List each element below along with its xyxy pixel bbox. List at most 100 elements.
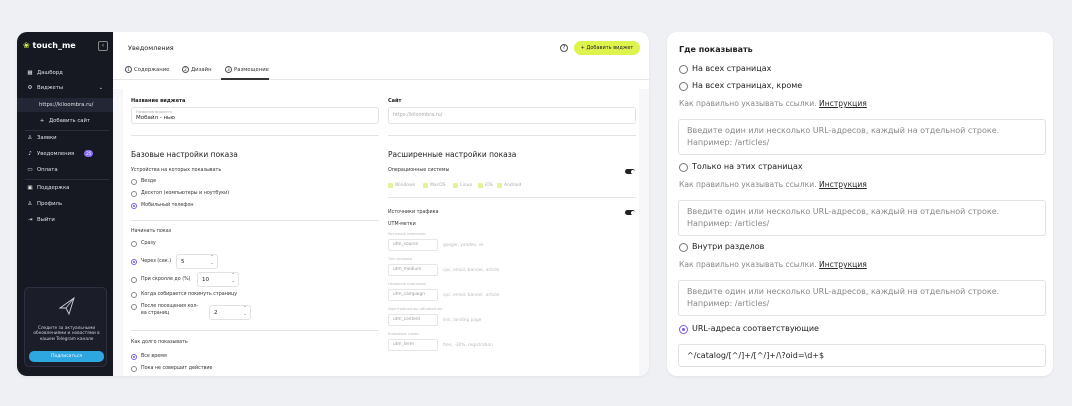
delay-stepper[interactable]: ⌃ ⌄ <box>208 254 216 268</box>
add-widget-button[interactable]: + Добавить виджет <box>574 41 640 55</box>
tab-placement[interactable]: 3 Размещение <box>225 66 269 73</box>
os-checkbox-windows[interactable] <box>388 183 393 188</box>
chevron-left-icon[interactable]: ‹ <box>98 41 108 51</box>
promo-text: Следите за актуальными обновлениями и но… <box>33 326 100 342</box>
utm-hint: Тип трафика <box>388 257 413 261</box>
regex-input[interactable]: ^/catalog/[^/]+/[^/]+/\?oid=\d+$ <box>678 344 1046 367</box>
duration-radio-always[interactable] <box>131 354 137 360</box>
logo-icon: ❀ <box>23 41 30 50</box>
placement-radio-only[interactable] <box>679 163 688 172</box>
start-option-label: Через (сек.) <box>141 259 172 264</box>
os-option-label: Android <box>504 183 522 188</box>
except-urls-textarea[interactable]: Введите один или несколько URL-адресов, … <box>678 119 1046 155</box>
placement-option-label: На всех страницах <box>692 64 772 73</box>
instruction-link[interactable]: Инструкция <box>819 99 867 108</box>
traffic-label: Источники трафика <box>388 210 439 215</box>
placement-title: Где показывать <box>679 45 753 54</box>
utm-term-field[interactable]: utm_term <box>388 339 438 351</box>
start-radio-pages[interactable] <box>131 304 137 310</box>
placement-radio-regex[interactable] <box>679 325 688 334</box>
telegram-promo: Следите за актуальными обновлениями и но… <box>24 287 107 367</box>
device-option-label: Мобильный телефон <box>141 203 194 208</box>
utm-example: cpc, email, banner, article <box>443 293 500 298</box>
start-option-label: При скролле до (%) <box>141 277 191 282</box>
os-checkbox-linux[interactable] <box>453 183 458 188</box>
form-panel: Название виджета Название виджета Мобайл… <box>113 89 649 376</box>
device-radio-desktop[interactable] <box>131 191 137 197</box>
os-option-label: iOS <box>485 183 493 188</box>
utm-content-field[interactable]: utm_content <box>388 314 438 326</box>
subscribe-button[interactable]: Подписаться <box>29 351 104 362</box>
sidebar-item-site[interactable]: https://kiloombra.ru/ <box>17 98 113 112</box>
page-background: ❀ touch_me ‹ ▦ Дашборд ⚙ Виджеты ⌄ https://… <box>0 0 1072 406</box>
widget-name-input[interactable]: Название виджета Мобайл - нью <box>131 107 379 124</box>
start-radio-now[interactable] <box>131 241 137 247</box>
divider <box>131 135 379 136</box>
device-radio-everywhere[interactable] <box>131 179 137 185</box>
sidebar-item-leads[interactable]: ♙ Заявки <box>17 131 113 145</box>
bell-icon: ♪ <box>28 151 32 157</box>
only-urls-textarea[interactable]: Введите один или несколько URL-адресов, … <box>678 200 1046 236</box>
profile-icon: ♙ <box>27 201 33 207</box>
instruction-hint: Как правильно указывать ссылки. Инструкц… <box>679 99 867 108</box>
start-radio-scroll[interactable] <box>131 277 137 283</box>
utm-example: google, yandex, vk <box>443 243 484 248</box>
instruction-hint: Как правильно указывать ссылки. Инструкц… <box>679 180 867 189</box>
support-icon: ▣ <box>27 185 33 191</box>
placement-radio-all[interactable] <box>679 65 688 74</box>
dashboard-icon: ▦ <box>27 70 33 76</box>
duration-label: Как долго показывать <box>131 340 188 345</box>
site-label: Сайт <box>388 98 402 104</box>
os-checkbox-android[interactable] <box>497 183 502 188</box>
utm-hint: Название кампании <box>388 282 426 286</box>
user-icon: ♙ <box>27 135 33 141</box>
instruction-link[interactable]: Инструкция <box>819 180 867 189</box>
advanced-settings-title: Расширенные настройки показа <box>388 150 517 159</box>
placement-radio-all-except[interactable] <box>679 82 688 91</box>
notification-badge: 25 <box>84 150 94 157</box>
os-option-label: Windows <box>395 183 416 188</box>
duration-radio-until-action[interactable] <box>131 366 137 372</box>
os-checkbox-ios[interactable] <box>478 183 483 188</box>
logo[interactable]: ❀ touch_me <box>23 41 76 50</box>
sidebar-item-payment[interactable]: ▭ Оплата <box>17 163 113 177</box>
sidebar: ❀ touch_me ‹ ▦ Дашборд ⚙ Виджеты ⌄ https://… <box>17 32 113 376</box>
utm-campaign-field[interactable]: utm_campaign <box>388 289 438 301</box>
start-label: Начинать показ <box>131 229 172 234</box>
paper-plane-icon <box>58 296 75 316</box>
tab-design[interactable]: 2 Дизайн <box>182 66 212 73</box>
duration-option-label: Пока не совершит действие <box>141 366 213 371</box>
help-icon[interactable]: ? <box>560 44 568 52</box>
sidebar-item-notifications[interactable]: ♪ Уведомления 25 <box>17 147 113 161</box>
divider <box>388 135 636 136</box>
sidebar-item-support[interactable]: ▣ Поддержка <box>17 181 113 195</box>
sidebar-item-add-site[interactable]: + Добавить сайт <box>17 114 113 128</box>
start-option-label: После посещения кол-ва страниц <box>141 304 199 316</box>
utm-source-field[interactable]: utm_source <box>388 239 438 251</box>
sidebar-item-widgets[interactable]: ⚙ Виджеты ⌄ <box>17 81 113 95</box>
utm-example: free, -30%, registration <box>443 343 493 348</box>
devices-label: Устройства на которых показывать <box>131 168 222 173</box>
os-checkbox-macos[interactable] <box>423 183 428 188</box>
pages-stepper[interactable]: ⌃ ⌄ <box>241 305 249 319</box>
start-radio-exit-intent[interactable] <box>131 292 137 298</box>
utm-medium-field[interactable]: utm_medium <box>388 264 438 276</box>
placement-radio-sections[interactable] <box>679 243 688 252</box>
start-radio-delay[interactable] <box>131 259 137 265</box>
instruction-link[interactable]: Инструкция <box>819 260 867 269</box>
scroll-stepper[interactable]: ⌃ ⌄ <box>229 272 237 286</box>
sections-urls-textarea[interactable]: Введите один или несколько URL-адресов, … <box>678 280 1046 316</box>
sidebar-item-logout[interactable]: ⇥ Выйти <box>17 213 113 227</box>
sidebar-item-dashboard[interactable]: ▦ Дашборд <box>17 66 113 80</box>
page-title: Уведомления <box>128 44 174 52</box>
site-input: https://kiloombra.ru/ <box>388 107 636 124</box>
device-radio-mobile[interactable] <box>131 203 137 209</box>
duration-option-label: Все время <box>141 354 167 359</box>
os-toggle[interactable] <box>625 169 635 174</box>
tab-content[interactable]: 1 Содержание <box>125 66 169 73</box>
widget-name-label: Название виджета <box>131 98 186 104</box>
tab-active-indicator <box>221 78 269 80</box>
traffic-toggle[interactable] <box>625 210 635 215</box>
sidebar-item-profile[interactable]: ♙ Профиль <box>17 197 113 211</box>
utm-example: cpc, email, banner, article <box>443 268 500 273</box>
